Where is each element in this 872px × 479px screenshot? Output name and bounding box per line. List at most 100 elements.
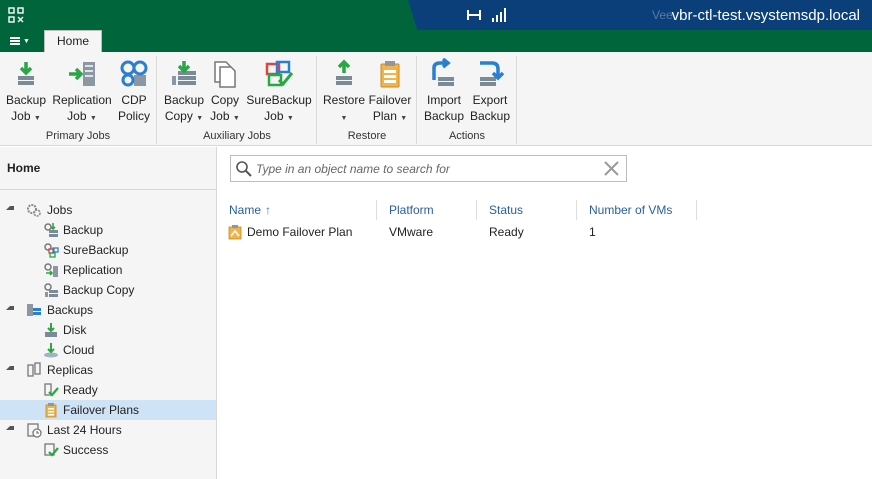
tree-item-backups[interactable]: Backups bbox=[0, 300, 216, 320]
main-menu-button[interactable]: ▼ bbox=[0, 30, 40, 52]
disk-icon bbox=[45, 323, 57, 337]
expanded-arrow-icon[interactable] bbox=[6, 206, 14, 210]
ribbon: Backup Job ▼ Replication Job ▼ CDP Polic… bbox=[0, 52, 872, 146]
failover-plan-icon bbox=[380, 61, 400, 88]
sort-ascending-icon: ↑ bbox=[265, 203, 272, 217]
dropdown-caret-icon: ▼ bbox=[196, 115, 204, 122]
column-header-name[interactable]: Name ↑ bbox=[229, 203, 271, 217]
import-backup-label-1: Import bbox=[426, 93, 461, 107]
column-divider[interactable] bbox=[576, 200, 577, 220]
expanded-arrow-icon[interactable] bbox=[6, 426, 14, 430]
cell-platform: VMware bbox=[389, 225, 434, 239]
main-pane: Name↑ Platform Status Number of VMs Demo… bbox=[218, 147, 872, 479]
expanded-arrow-icon[interactable] bbox=[6, 366, 14, 370]
copy-job-label-1: Copy bbox=[210, 93, 239, 107]
copy-job-label-2: Job bbox=[210, 109, 230, 123]
tree-item-surebackup[interactable]: SureBackup bbox=[0, 240, 216, 260]
backup-job-icon bbox=[18, 62, 34, 85]
failover-plan-row-icon bbox=[228, 225, 242, 240]
copy-job-button[interactable]: Copy Job ▼ bbox=[208, 58, 242, 127]
column-header-platform[interactable]: Platform bbox=[389, 203, 434, 217]
hamburger-icon bbox=[10, 37, 21, 45]
expanded-arrow-icon[interactable] bbox=[6, 306, 14, 310]
connection-signal-icon[interactable] bbox=[491, 7, 507, 23]
chevron-down-icon: ▼ bbox=[23, 37, 30, 45]
export-backup-label-2: Backup bbox=[469, 109, 511, 123]
tree-item-ready[interactable]: Ready bbox=[0, 380, 216, 400]
backup-job-button[interactable]: Backup Job ▼ bbox=[5, 58, 47, 127]
tree-label: Backups bbox=[47, 303, 94, 317]
cdp-policy-button[interactable]: CDP Policy bbox=[114, 58, 154, 124]
clear-search-icon[interactable] bbox=[603, 160, 620, 177]
import-backup-button[interactable]: Import Backup bbox=[422, 58, 466, 124]
cell-vms: 1 bbox=[589, 225, 596, 239]
cell-name: Demo Failover Plan bbox=[247, 225, 353, 239]
ready-icon bbox=[44, 383, 59, 397]
search-input[interactable] bbox=[256, 159, 596, 178]
column-header-status[interactable]: Status bbox=[489, 203, 523, 217]
export-backup-button[interactable]: Export Backup bbox=[468, 58, 512, 124]
tree-item-backup-copy[interactable]: Backup Copy bbox=[0, 280, 216, 300]
restore-label-1: Restore bbox=[322, 93, 366, 107]
replication-job-label-2: Job bbox=[67, 109, 87, 123]
search-icon bbox=[236, 161, 252, 177]
table-header: Name ↑ Platform Status Number of VMs bbox=[218, 200, 872, 220]
replication-tree-icon bbox=[44, 263, 58, 277]
success-icon bbox=[44, 443, 59, 457]
ribbon-group-label: Actions bbox=[448, 130, 486, 142]
last-24-hours-icon bbox=[27, 423, 42, 438]
navigation-tree: Jobs Backup SureBackup Replication Backu… bbox=[0, 200, 216, 460]
tree-label: SureBackup bbox=[63, 243, 129, 257]
tree-item-failover-plans[interactable]: Failover Plans bbox=[0, 400, 216, 420]
ribbon-group-label: Primary Jobs bbox=[45, 130, 111, 142]
failover-plan-label-1: Failover bbox=[368, 93, 412, 107]
surebackup-job-label-1: SureBackup bbox=[246, 93, 312, 107]
cloud-icon bbox=[44, 343, 58, 358]
replication-job-label-1: Replication bbox=[52, 93, 112, 107]
backup-copy-label-1: Backup bbox=[163, 93, 205, 107]
ribbon-group-actions: Import Backup Export Backup Actions bbox=[418, 56, 517, 144]
app-logo-icon bbox=[8, 7, 24, 23]
export-backup-label-1: Export bbox=[472, 93, 508, 107]
backup-copy-label-2: Copy bbox=[164, 109, 193, 123]
surebackup-job-label-2: Job bbox=[264, 109, 284, 123]
tree-label: Jobs bbox=[47, 203, 73, 217]
dropdown-caret-icon: ▼ bbox=[400, 115, 408, 122]
failover-plans-icon bbox=[45, 403, 57, 418]
replication-job-icon bbox=[69, 62, 95, 86]
cell-status: Ready bbox=[489, 225, 524, 239]
failover-plan-button[interactable]: Failover Plan ▼ bbox=[368, 58, 412, 127]
import-backup-icon bbox=[432, 58, 454, 86]
column-header-number-of-vms[interactable]: Number of VMs bbox=[589, 203, 672, 217]
dropdown-caret-icon: ▼ bbox=[286, 115, 294, 122]
column-divider[interactable] bbox=[696, 200, 697, 220]
table-row[interactable]: Demo Failover Plan VMware Ready 1 bbox=[218, 222, 872, 242]
backup-copy-button[interactable]: Backup Copy ▼ bbox=[162, 58, 206, 127]
tree-item-jobs[interactable]: Jobs bbox=[0, 200, 216, 220]
surebackup-job-button[interactable]: SureBackup Job ▼ bbox=[244, 58, 314, 127]
surebackup-tree-icon bbox=[44, 243, 59, 258]
column-divider[interactable] bbox=[476, 200, 477, 220]
pin-icon[interactable] bbox=[466, 8, 484, 22]
tree-label: Backup bbox=[63, 223, 104, 237]
ribbon-group-label: Auxiliary Jobs bbox=[203, 130, 271, 142]
tree-item-success[interactable]: Success bbox=[0, 440, 216, 460]
server-name: vbr-ctl-test.vsystemsdp.local bbox=[671, 7, 860, 24]
tree-item-disk[interactable]: Disk bbox=[0, 320, 216, 340]
tree-item-last-24-hours[interactable]: Last 24 Hours bbox=[0, 420, 216, 440]
tab-row: ▼ Home bbox=[0, 30, 872, 53]
tree-label: Replicas bbox=[47, 363, 94, 377]
tree-item-replicas[interactable]: Replicas bbox=[0, 360, 216, 380]
export-backup-icon bbox=[480, 61, 505, 86]
tree-item-replication[interactable]: Replication bbox=[0, 260, 216, 280]
replication-job-button[interactable]: Replication Job ▼ bbox=[50, 58, 114, 127]
restore-button[interactable]: Restore ▼ bbox=[322, 58, 366, 127]
search-box[interactable] bbox=[230, 155, 627, 182]
tree-item-cloud[interactable]: Cloud bbox=[0, 340, 216, 360]
server-ghost-text: Vee bbox=[652, 8, 673, 22]
column-divider[interactable] bbox=[376, 200, 377, 220]
tab-home[interactable]: Home bbox=[44, 30, 102, 53]
tree-item-backup[interactable]: Backup bbox=[0, 220, 216, 240]
dropdown-caret-icon: ▼ bbox=[89, 115, 97, 122]
tree-label: Last 24 Hours bbox=[47, 423, 122, 437]
